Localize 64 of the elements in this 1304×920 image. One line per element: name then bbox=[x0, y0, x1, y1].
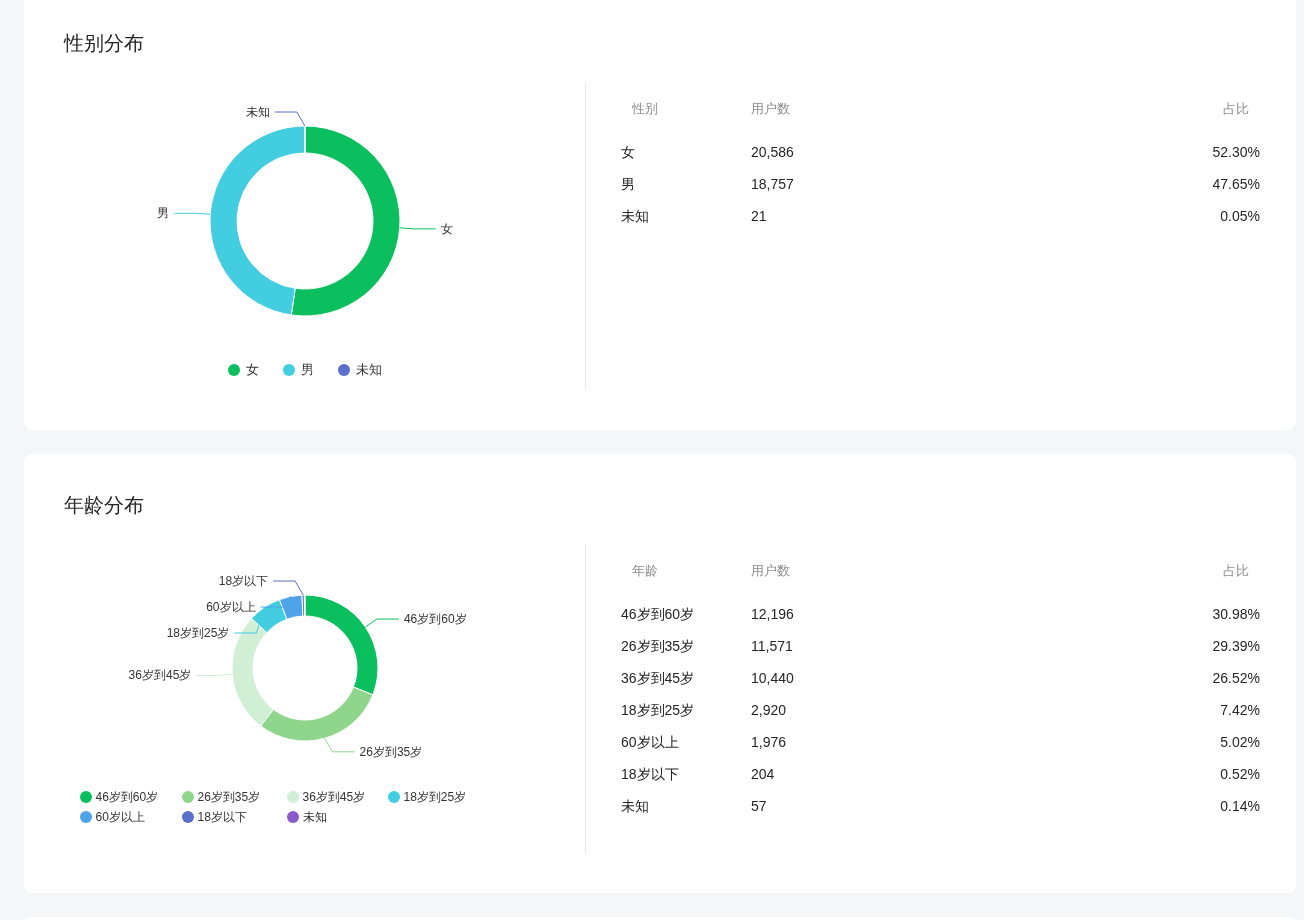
column-header: 性别 bbox=[631, 100, 659, 119]
legend-label: 女 bbox=[245, 361, 259, 379]
column-header: 用户数 bbox=[751, 100, 791, 119]
table-cell-text: 11,571 bbox=[751, 636, 794, 656]
leader-line bbox=[273, 111, 305, 127]
table-cell-text: 女 bbox=[621, 142, 636, 162]
slice-label: 18岁到25岁 bbox=[166, 626, 229, 641]
legend-label: 18岁以下 bbox=[197, 809, 247, 826]
table-cell-text: 46岁到60岁 bbox=[621, 604, 696, 624]
table-cell-text: 18岁到25岁 bbox=[621, 700, 696, 720]
table-cell-text: 20,586 bbox=[751, 142, 795, 162]
legend-label: 60岁以上 bbox=[95, 809, 145, 826]
slice-label: 18岁以下 bbox=[218, 574, 268, 589]
table-cell-text: 30.98% bbox=[1212, 604, 1260, 624]
table-cell-text: 26.52% bbox=[1212, 668, 1260, 688]
slice-label: 男 bbox=[156, 206, 169, 221]
legend-label: 26岁到35岁 bbox=[197, 789, 261, 806]
column-header: 用户数 bbox=[751, 562, 791, 581]
table-cell-text: 12,196 bbox=[751, 604, 795, 624]
column-header: 年龄 bbox=[631, 562, 659, 581]
leader-line bbox=[364, 618, 399, 628]
table-cell-text: 21 bbox=[751, 206, 768, 226]
table-cell-text: 18岁以下 bbox=[621, 764, 680, 784]
table-cell-text: 未知 bbox=[621, 206, 650, 226]
legend-label: 36岁到45岁 bbox=[302, 789, 366, 806]
legend-label: 未知 bbox=[355, 361, 382, 379]
table-cell-text: 18,757 bbox=[751, 174, 795, 194]
table-cell-text: 1,976 bbox=[751, 732, 788, 752]
table-cell-text: 57 bbox=[751, 796, 768, 816]
slice-label: 36岁到45岁 bbox=[128, 668, 191, 683]
table-cell-text: 7.42% bbox=[1220, 700, 1260, 720]
column-header: 占比 bbox=[1223, 100, 1250, 119]
legend-label: 18岁到25岁 bbox=[403, 789, 467, 806]
leader-line bbox=[323, 737, 355, 753]
leader-line bbox=[398, 227, 436, 230]
table-cell-text: 36岁到45岁 bbox=[621, 668, 696, 688]
leader-line bbox=[272, 580, 304, 596]
legend-label: 男 bbox=[300, 361, 314, 379]
column-header: 占比 bbox=[1223, 562, 1250, 581]
section-title: 性别分布 bbox=[62, 31, 145, 56]
slice-label: 26岁到35岁 bbox=[359, 744, 422, 759]
table-cell-text: 26岁到35岁 bbox=[621, 636, 696, 656]
leader-line bbox=[195, 673, 233, 676]
leader-line bbox=[173, 212, 211, 215]
slice-label: 未知 bbox=[245, 105, 270, 119]
table-cell-text: 未知 bbox=[621, 796, 650, 816]
table-cell-text: 0.14% bbox=[1220, 796, 1260, 816]
table-cell-text: 男 bbox=[621, 174, 636, 194]
table-cell-text: 47.65% bbox=[1212, 174, 1260, 194]
table-cell-text: 10,440 bbox=[751, 668, 795, 688]
table-cell-text: 5.02% bbox=[1220, 732, 1260, 752]
table-cell-text: 0.52% bbox=[1220, 764, 1260, 784]
legend-label: 46岁到60岁 bbox=[95, 789, 159, 806]
slice-label: 女 bbox=[440, 221, 453, 236]
table-cell-text: 204 bbox=[751, 764, 776, 784]
table-cell-text: 2,920 bbox=[751, 700, 788, 720]
table-cell-text: 29.39% bbox=[1212, 636, 1260, 656]
table-cell-text: 0.05% bbox=[1220, 206, 1260, 226]
section-title: 年龄分布 bbox=[63, 493, 145, 518]
legend-label: 未知 bbox=[302, 809, 327, 826]
slice-label: 46岁到60岁 bbox=[403, 612, 467, 627]
table-cell-text: 52.30% bbox=[1212, 142, 1260, 162]
slice-label: 60岁以上 bbox=[205, 600, 256, 615]
table-cell-text: 60岁以上 bbox=[621, 732, 680, 752]
